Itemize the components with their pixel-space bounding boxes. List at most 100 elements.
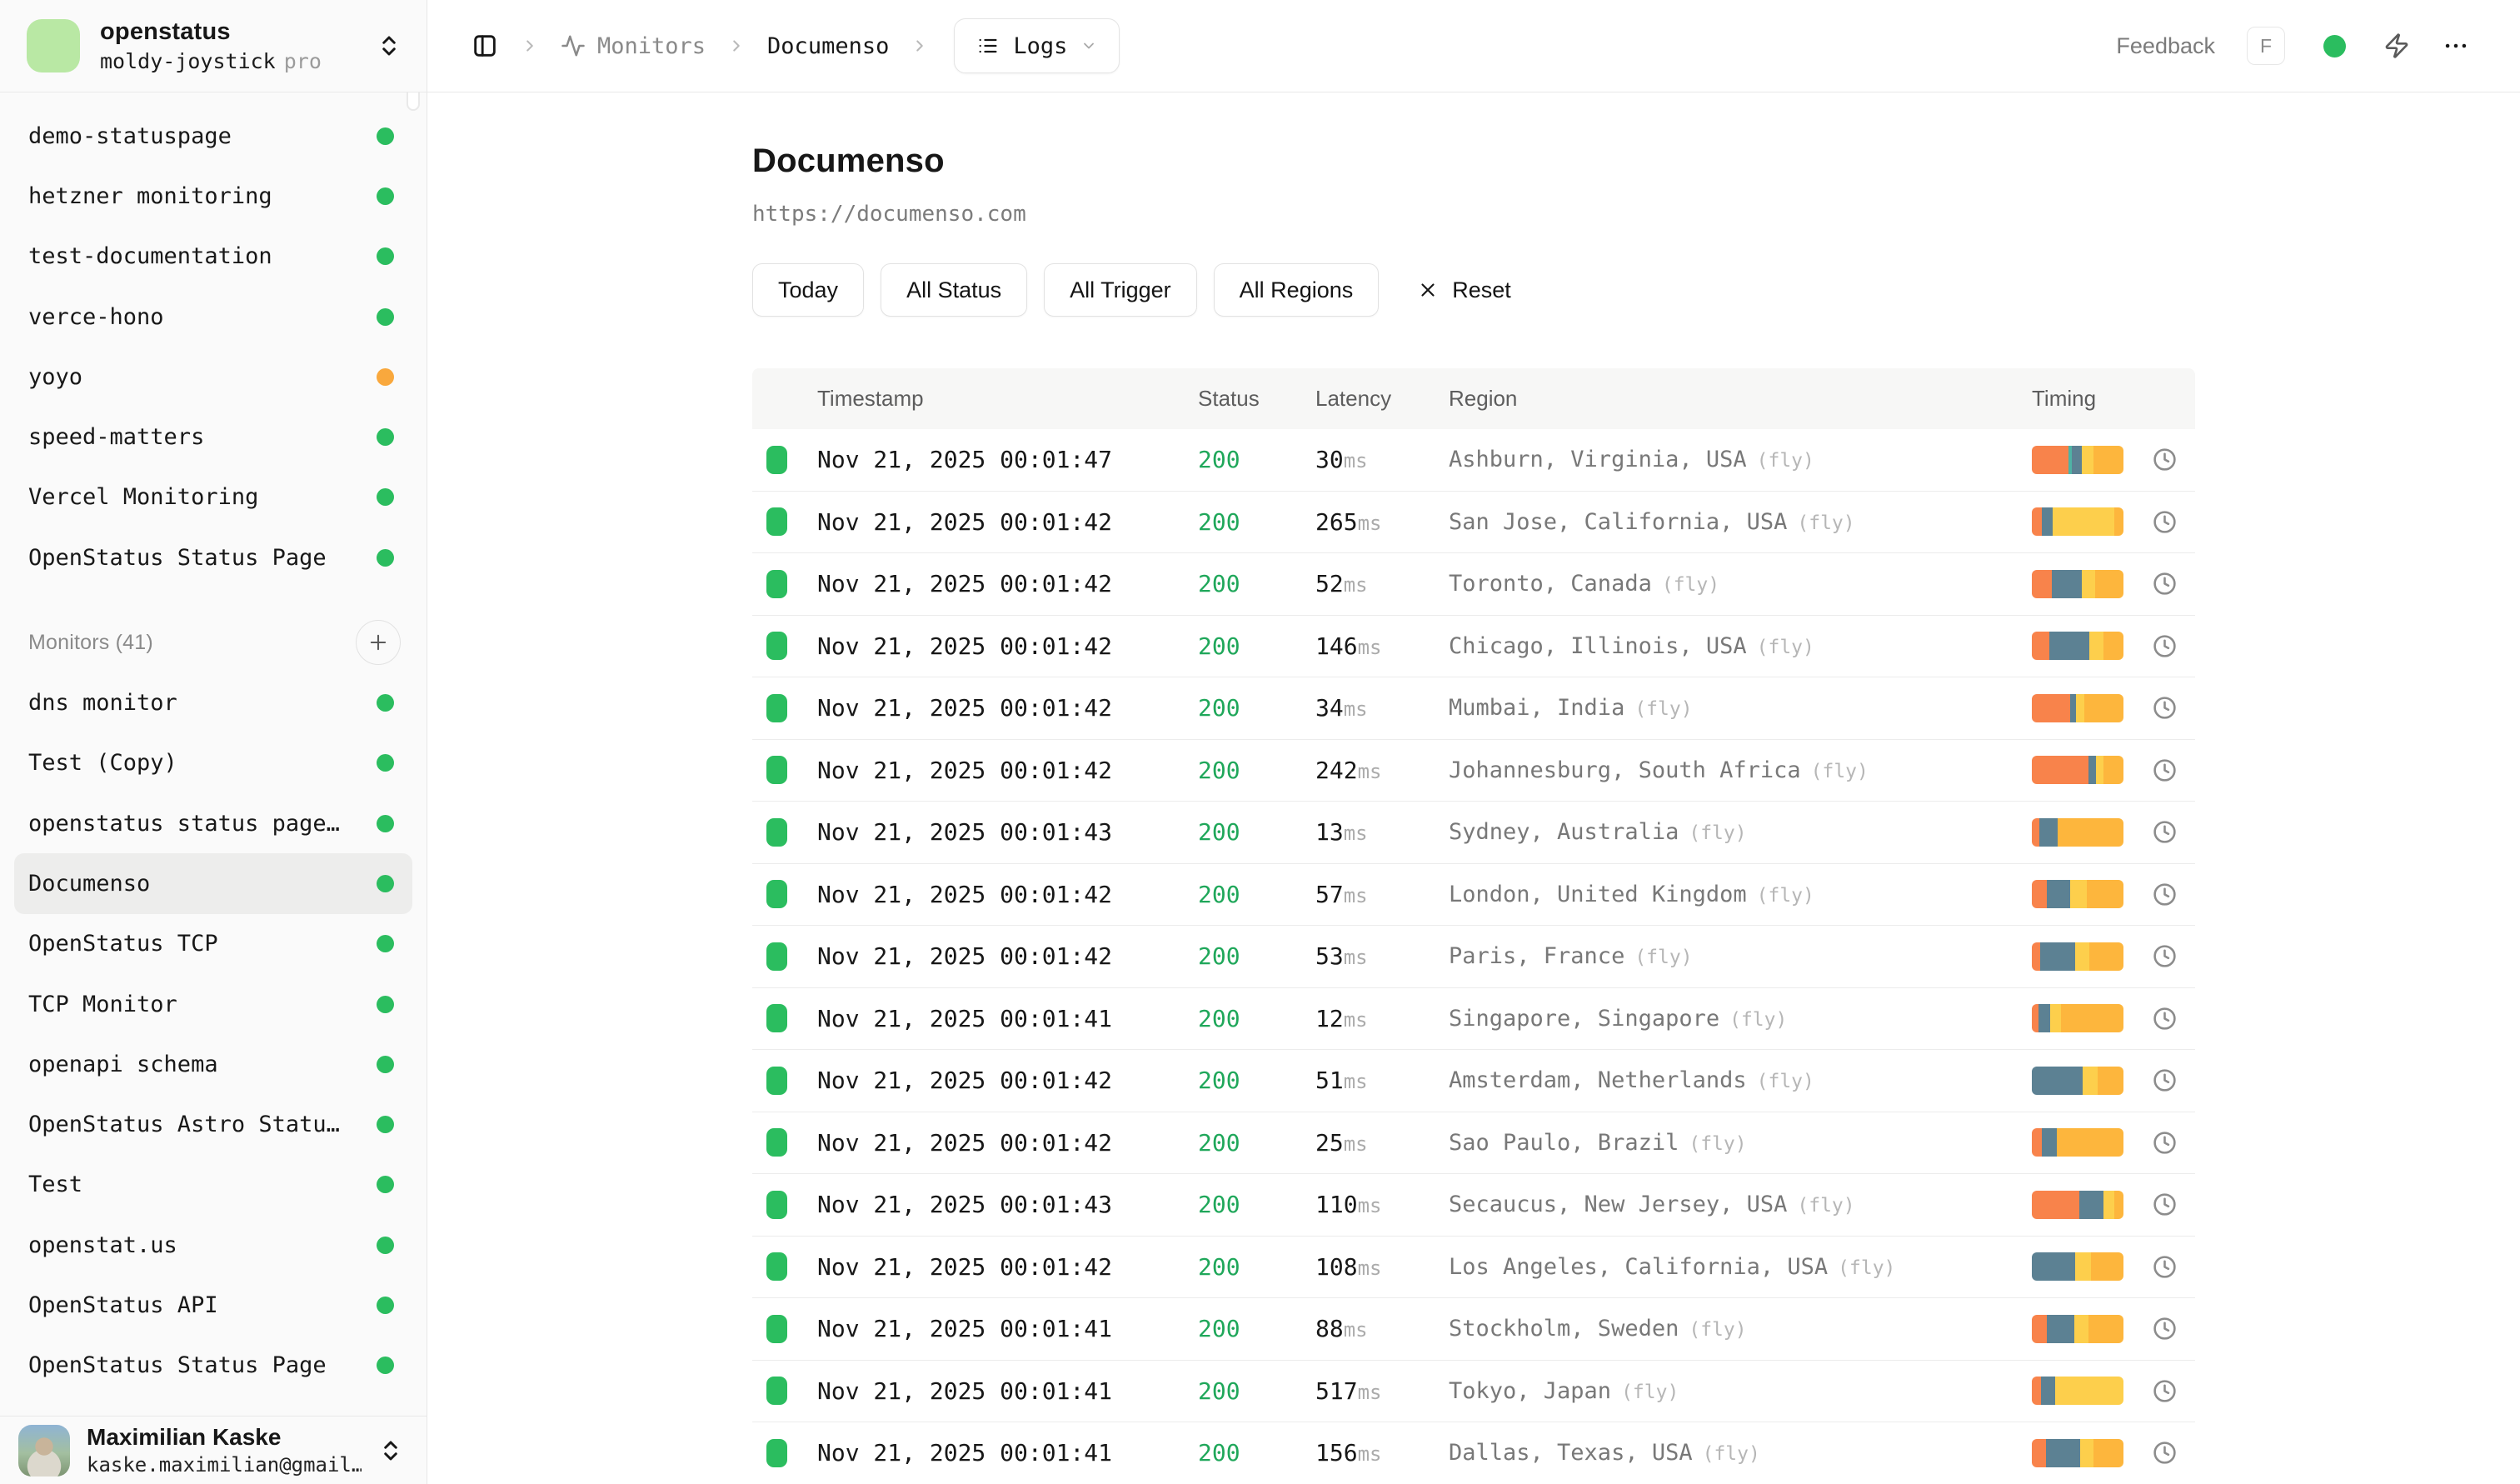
sidebar-item-test-copy[interactable]: Test (Copy) xyxy=(14,733,412,793)
sidebar-item-test-documentation[interactable]: test-documentation xyxy=(14,227,412,287)
timing-bar[interactable] xyxy=(2032,756,2123,784)
sidebar-item-demo-statuspage[interactable]: demo-statuspage xyxy=(14,106,412,166)
timing-bar[interactable] xyxy=(2032,1377,2123,1405)
chevron-down-icon xyxy=(1080,37,1097,54)
latency-value: 265 xyxy=(1315,508,1358,536)
timing-segment xyxy=(2032,632,2049,660)
timing-bar[interactable] xyxy=(2032,1252,2123,1281)
breadcrumb-monitors[interactable]: Monitors xyxy=(561,33,706,59)
filter-time-period[interactable]: Today xyxy=(752,263,864,317)
timing-bar[interactable] xyxy=(2032,570,2123,598)
column-status: Status xyxy=(1198,386,1315,412)
log-row[interactable]: Nov 21, 2025 00:01:42 200 53ms Paris, Fr… xyxy=(752,926,2195,988)
sidebar-item-hetzner-monitoring[interactable]: hetzner monitoring xyxy=(14,166,412,226)
sidebar-item-openstatus-status-page[interactable]: OpenStatus Status Page xyxy=(14,527,412,587)
row-clock-cell xyxy=(2133,943,2195,969)
log-row[interactable]: Nov 21, 2025 00:01:41 200 88ms Stockholm… xyxy=(752,1298,2195,1361)
log-row[interactable]: Nov 21, 2025 00:01:42 200 242ms Johannes… xyxy=(752,740,2195,802)
timing-bar[interactable] xyxy=(2032,942,2123,971)
timing-segment xyxy=(2042,507,2053,536)
filter-trigger[interactable]: All Trigger xyxy=(1044,263,1197,317)
log-row[interactable]: Nov 21, 2025 00:01:43 200 13ms Sydney, A… xyxy=(752,802,2195,864)
log-row[interactable]: Nov 21, 2025 00:01:47 200 30ms Ashburn, … xyxy=(752,429,2195,492)
timing-bar[interactable] xyxy=(2032,1191,2123,1219)
sidebar-item-verce-hono[interactable]: verce-hono xyxy=(14,287,412,347)
log-row[interactable]: Nov 21, 2025 00:01:42 200 57ms London, U… xyxy=(752,864,2195,927)
timing-bar[interactable] xyxy=(2032,1004,2123,1032)
sidebar-toggle-button[interactable] xyxy=(471,32,499,60)
user-menu[interactable]: Maximilian Kaske kaske.maximilian@gmail… xyxy=(0,1416,427,1484)
sidebar-item-yoyo[interactable]: yoyo xyxy=(14,347,412,407)
sidebar-item-dns-monitor[interactable]: dns monitor xyxy=(14,672,412,732)
sidebar-item-openstatus-api[interactable]: OpenStatus API xyxy=(14,1275,412,1335)
latency-value: 30 xyxy=(1315,446,1344,473)
view-selector-logs[interactable]: Logs xyxy=(954,18,1120,73)
timing-bar[interactable] xyxy=(2032,818,2123,847)
feedback-link[interactable]: Feedback xyxy=(2116,33,2215,59)
log-row[interactable]: Nov 21, 2025 00:01:42 200 146ms Chicago,… xyxy=(752,616,2195,678)
timing-bar[interactable] xyxy=(2032,1439,2123,1467)
row-latency: 146ms xyxy=(1315,632,1449,660)
row-timestamp: Nov 21, 2025 00:01:42 xyxy=(817,1129,1198,1157)
row-status-code: 200 xyxy=(1198,1129,1315,1157)
log-row[interactable]: Nov 21, 2025 00:01:42 200 108ms Los Ange… xyxy=(752,1237,2195,1299)
row-status-code: 200 xyxy=(1198,757,1315,784)
log-row[interactable]: Nov 21, 2025 00:01:42 200 265ms San Jose… xyxy=(752,492,2195,554)
row-status-code: 200 xyxy=(1198,632,1315,660)
breadcrumb-documenso[interactable]: Documenso xyxy=(767,33,889,59)
timing-bar[interactable] xyxy=(2032,1128,2123,1157)
x-icon xyxy=(1417,279,1439,301)
timing-bar[interactable] xyxy=(2032,880,2123,908)
add-monitor-button[interactable] xyxy=(356,620,401,665)
sidebar-scrollbar[interactable] xyxy=(407,92,420,111)
timing-bar[interactable] xyxy=(2032,507,2123,536)
quick-actions-button[interactable] xyxy=(2383,32,2410,59)
log-row[interactable]: Nov 21, 2025 00:01:41 200 156ms Dallas, … xyxy=(752,1422,2195,1484)
more-menu-button[interactable] xyxy=(2442,32,2470,60)
row-timing-cell xyxy=(2032,1252,2133,1281)
sidebar-item-documenso[interactable]: Documenso xyxy=(14,853,412,913)
reset-filters-button[interactable]: Reset xyxy=(1417,277,1511,303)
latency-unit: ms xyxy=(1358,1194,1382,1217)
sidebar-item-openstatus-astro-statu[interactable]: OpenStatus Astro Statu… xyxy=(14,1094,412,1154)
filter-status[interactable]: All Status xyxy=(881,263,1027,317)
sidebar-item-speed-matters[interactable]: speed-matters xyxy=(14,407,412,467)
system-status-indicator[interactable] xyxy=(2317,28,2352,63)
sidebar-item-openstat-us[interactable]: openstat.us xyxy=(14,1215,412,1275)
workspace-switcher[interactable]: openstatus moldy-joystickpro xyxy=(0,0,427,92)
sidebar-item-tcp-monitor[interactable]: TCP Monitor xyxy=(14,974,412,1034)
log-row[interactable]: Nov 21, 2025 00:01:42 200 25ms Sao Paulo… xyxy=(752,1112,2195,1175)
log-row[interactable]: Nov 21, 2025 00:01:42 200 51ms Amsterdam… xyxy=(752,1050,2195,1112)
timing-bar[interactable] xyxy=(2032,694,2123,722)
timing-segment xyxy=(2041,1377,2055,1405)
timing-bar[interactable] xyxy=(2032,632,2123,660)
status-dot xyxy=(377,549,394,567)
row-timing-cell xyxy=(2032,942,2133,971)
timing-segment xyxy=(2093,1439,2123,1467)
timing-segment xyxy=(2098,1067,2123,1095)
log-row[interactable]: Nov 21, 2025 00:01:42 200 34ms Mumbai, I… xyxy=(752,677,2195,740)
sidebar-item-openstatus-status-page[interactable]: OpenStatus Status Page xyxy=(14,1336,412,1396)
timing-bar[interactable] xyxy=(2032,446,2123,474)
status-dot xyxy=(377,694,394,712)
log-row[interactable]: Nov 21, 2025 00:01:41 200 12ms Singapore… xyxy=(752,988,2195,1051)
timing-segment xyxy=(2032,1004,2038,1032)
sidebar-item-test[interactable]: Test xyxy=(14,1155,412,1215)
log-row[interactable]: Nov 21, 2025 00:01:43 200 110ms Secaucus… xyxy=(752,1174,2195,1237)
row-timestamp: Nov 21, 2025 00:01:42 xyxy=(817,881,1198,908)
sidebar-item-vercel-monitoring[interactable]: Vercel Monitoring xyxy=(14,467,412,527)
status-dot xyxy=(2323,35,2346,57)
timing-bar[interactable] xyxy=(2032,1315,2123,1343)
sidebar-item-openapi-schema[interactable]: openapi schema xyxy=(14,1034,412,1094)
log-row[interactable]: Nov 21, 2025 00:01:41 200 517ms Tokyo, J… xyxy=(752,1361,2195,1423)
timing-bar[interactable] xyxy=(2032,1067,2123,1095)
row-status-code: 200 xyxy=(1198,1191,1315,1218)
row-status-code: 200 xyxy=(1198,508,1315,536)
sidebar-item-openstatus-tcp[interactable]: OpenStatus TCP xyxy=(14,914,412,974)
log-row[interactable]: Nov 21, 2025 00:01:42 200 52ms Toronto, … xyxy=(752,553,2195,616)
latency-unit: ms xyxy=(1344,1132,1368,1156)
sidebar-item-openstatus-status-page[interactable]: openstatus status page… xyxy=(14,793,412,853)
filter-regions[interactable]: All Regions xyxy=(1214,263,1380,317)
timing-segment xyxy=(2032,1252,2075,1281)
main-area: Monitors Documenso Logs Feedback F Docum… xyxy=(427,0,2520,1484)
